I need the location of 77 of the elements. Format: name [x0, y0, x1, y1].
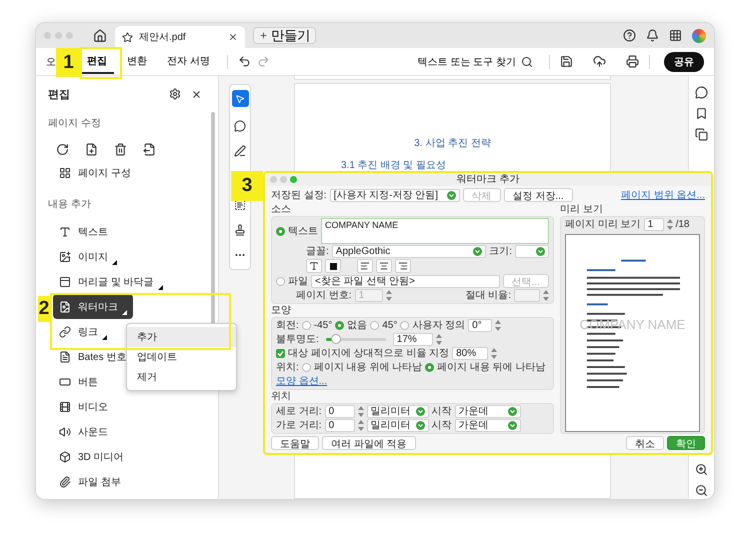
- panel-item[interactable]: 비디오: [53, 394, 114, 419]
- field-label: 세로 거리:: [276, 406, 322, 417]
- panel-item[interactable]: 머리글 및 바닥글: [53, 269, 169, 294]
- step-badge: 1: [56, 48, 81, 77]
- section-heading: 내용 추가: [48, 198, 92, 211]
- panel-title: 편집: [48, 88, 71, 102]
- preview-page-field[interactable]: 1: [644, 218, 664, 231]
- radio-label: 텍스트: [288, 226, 318, 236]
- panel-item[interactable]: 사운드: [53, 419, 114, 444]
- radio-label: 없음: [347, 320, 368, 331]
- document-subheading: 3.1 추진 배경 및 필요성: [341, 159, 448, 172]
- radio-label: 45°: [382, 320, 398, 331]
- appearance-options-link[interactable]: 모양 옵션...: [276, 376, 328, 387]
- panel-item[interactable]: 링크: [53, 319, 113, 344]
- field-label: 시작: [432, 406, 452, 417]
- help-button[interactable]: 도움말: [271, 436, 319, 450]
- document-tab[interactable]: 제안서.pdf: [115, 26, 245, 48]
- page-total: /18: [676, 219, 690, 230]
- font-select[interactable]: AppleGothic: [332, 245, 486, 258]
- step-badge: 2: [38, 296, 50, 322]
- panel-item[interactable]: 페이지 구성: [53, 160, 137, 185]
- panel-item[interactable]: 3D 미디어: [53, 444, 130, 469]
- panel-item[interactable]: 워터마크: [53, 294, 133, 319]
- radio-label: 페이지 내용 위에 나타남: [314, 362, 422, 373]
- step-badge: 3: [231, 171, 263, 201]
- share-button[interactable]: 공유: [664, 52, 704, 72]
- cancel-button[interactable]: 취소: [626, 436, 664, 450]
- distance-field[interactable]: 0: [324, 419, 355, 432]
- field-label: 가로 거리:: [276, 420, 322, 431]
- scale-field[interactable]: 80%: [452, 347, 488, 360]
- toolbar-tab[interactable]: 변환: [120, 50, 154, 74]
- field-label: 절대 비율:: [465, 290, 511, 301]
- rotation-field[interactable]: 0°: [468, 319, 492, 332]
- group-heading: 소스: [271, 204, 292, 215]
- opacity-field[interactable]: 17%: [392, 333, 433, 346]
- radio-label: 사용자 정의: [412, 320, 466, 331]
- saved-settings-select[interactable]: [사용자 지정-저장 안됨]: [330, 188, 460, 202]
- new-tab-button[interactable]: 만들기: [253, 27, 316, 44]
- unit-select[interactable]: 밀리미터: [366, 405, 429, 418]
- toolbar-tab[interactable]: 전자 서명: [160, 50, 217, 74]
- unit-select[interactable]: 밀리미터: [366, 419, 429, 432]
- file-field[interactable]: <찾은 파일 선택 안됨>: [311, 274, 500, 288]
- panel-item[interactable]: 이미지: [53, 244, 123, 269]
- panel-item[interactable]: 버튼: [53, 369, 104, 394]
- group-heading: 위치: [271, 391, 292, 402]
- toolbar-label: 오: [46, 56, 56, 68]
- field-label: 불투명도:: [276, 334, 319, 345]
- field-label: 위치:: [276, 362, 299, 373]
- group-heading: 미리 보기: [560, 204, 604, 215]
- radio-label: 파일: [288, 276, 308, 286]
- field-label: 저장된 설정:: [271, 190, 327, 200]
- field-label: 페이지 번호:: [296, 290, 352, 301]
- field-label: 크기:: [489, 246, 512, 257]
- panel-item[interactable]: 텍스트: [53, 219, 114, 244]
- panel-item[interactable]: 파일 첨부: [53, 469, 127, 494]
- anchor-select[interactable]: 가운데: [454, 419, 521, 432]
- save-settings-button[interactable]: 설정 저장...: [504, 188, 573, 202]
- watermark-text-field[interactable]: COMPANY NAME: [321, 218, 549, 244]
- checkbox-label: 대상 페이지에 상대적으로 비율 지정: [288, 348, 450, 359]
- watermark-text: COMPANY NAME: [578, 319, 686, 330]
- group-heading: 모양: [271, 305, 292, 316]
- menu-item[interactable]: 추가: [127, 327, 236, 347]
- dialog-title: 워터마크 추가: [456, 174, 520, 185]
- section-heading: 페이지 수정: [48, 117, 102, 130]
- field-label: 회전:: [276, 320, 299, 331]
- field-label: 시작: [432, 420, 452, 431]
- menu-item[interactable]: 제거: [127, 367, 236, 387]
- anchor-select[interactable]: 가운데: [454, 405, 521, 418]
- field-label: 페이지 미리 보기: [565, 219, 641, 230]
- page-range-link[interactable]: 페이지 범위 옵션...: [621, 190, 705, 200]
- apply-multiple-button[interactable]: 여러 파일에 적용: [322, 436, 416, 450]
- document-heading: 3. 사업 추진 전략: [414, 137, 491, 150]
- radio-label: -45°: [314, 320, 332, 331]
- distance-field[interactable]: 0: [324, 405, 355, 418]
- radio-label: 페이지 내용 뒤에 나타남: [437, 362, 546, 373]
- field-label: 글꼴:: [306, 246, 329, 257]
- search-tools-button[interactable]: 텍스트 또는 도구 찾기: [412, 54, 539, 70]
